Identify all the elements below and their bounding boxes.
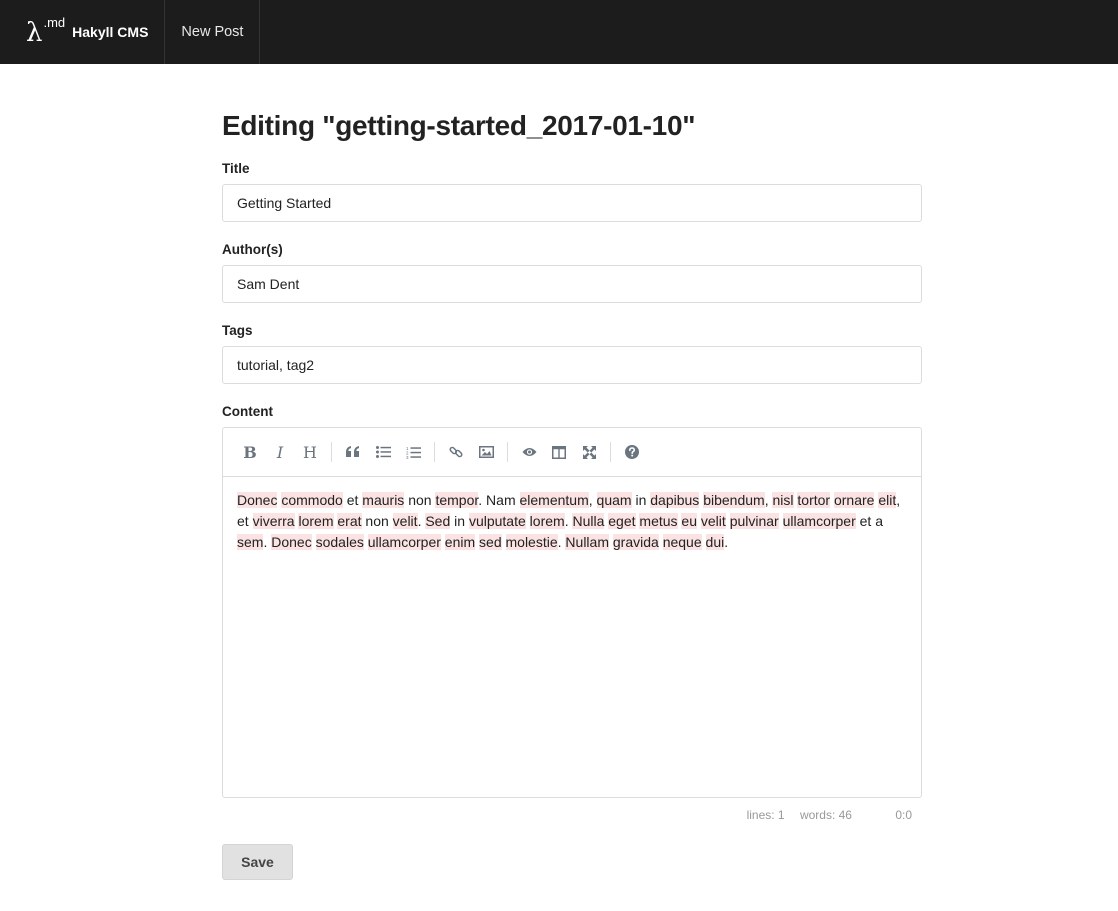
authors-input[interactable] [222,265,922,303]
word-count: words: 46 [799,808,852,822]
side-by-side-icon [552,445,566,459]
page-title: Editing "getting-started_2017-01-10" [222,110,696,141]
authors-label: Author(s) [222,242,283,257]
toolbar-separator [331,442,332,462]
unordered-list-button[interactable] [368,437,398,467]
help-button[interactable] [617,437,647,467]
italic-icon: I [276,442,284,462]
preview-button[interactable] [514,437,544,467]
markdown-editor: B I H 123 Donec commodo et mauris non te… [222,427,922,798]
toolbar-separator [507,442,508,462]
content-textarea[interactable]: Donec commodo et mauris non tempor. Nam … [223,477,921,797]
side-by-side-button[interactable] [544,437,574,467]
brand-name: Hakyll CMS [72,24,149,40]
edit-post-form: Editing "getting-started_2017-01-10" Tit… [222,64,922,880]
tags-label: Tags [222,323,253,338]
toolbar-separator [610,442,611,462]
brand-link[interactable]: λ.md Hakyll CMS [0,0,166,64]
lambda-md-logo: λ.md [26,15,66,48]
ordered-list-button[interactable]: 123 [398,437,428,467]
heading-icon: H [303,442,317,462]
navbar: λ.md Hakyll CMS New Post [0,0,1118,64]
image-icon [478,446,494,458]
line-count: lines: 1 [746,808,785,822]
title-label: Title [222,161,250,176]
content-label: Content [222,404,273,419]
fullscreen-button[interactable] [574,437,604,467]
editor-statusbar: lines: 1 words: 46 0:0 [222,808,922,822]
link-icon [449,446,463,458]
bold-button[interactable]: B [235,437,265,467]
fullscreen-icon [582,445,596,459]
image-button[interactable] [471,437,501,467]
quote-icon [346,446,359,457]
unordered-list-icon [375,446,391,458]
cursor-position: 0:0 [895,808,912,822]
toolbar-separator [434,442,435,462]
save-button[interactable]: Save [222,844,293,880]
preview-icon [522,448,536,456]
quote-button[interactable] [338,437,368,467]
tags-input[interactable] [222,346,922,384]
heading-button[interactable]: H [295,437,325,467]
bold-icon: B [243,442,257,462]
help-icon [625,445,639,459]
link-button[interactable] [441,437,471,467]
svg-text:3: 3 [406,455,409,459]
italic-button[interactable]: I [265,437,295,467]
title-input[interactable] [222,184,922,222]
editor-toolbar: B I H 123 [223,428,921,477]
new-post-link[interactable]: New Post [165,0,261,64]
ordered-list-icon: 123 [406,446,421,459]
